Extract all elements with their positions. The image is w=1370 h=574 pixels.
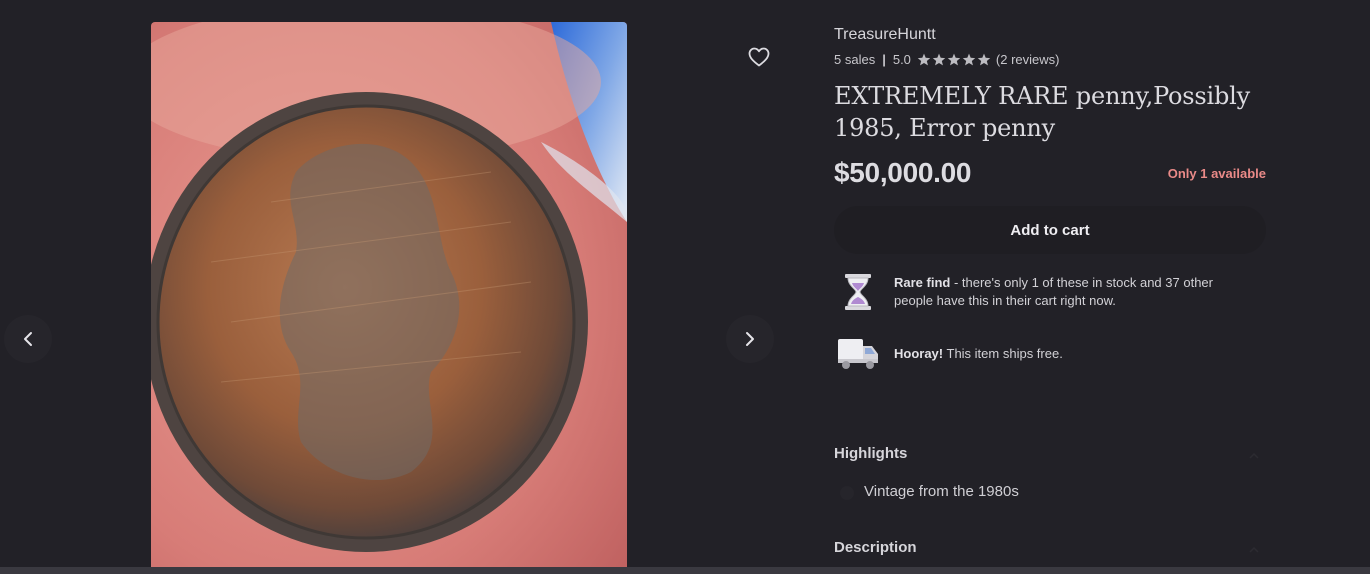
heart-icon — [748, 47, 770, 67]
previous-image-button[interactable] — [4, 315, 52, 363]
listing-title: EXTREMELY RARE penny,Possibly 1985, Erro… — [834, 82, 1251, 142]
free-shipping-notice: Hooray! This item ships free. — [834, 333, 1266, 375]
star-icon — [917, 53, 931, 65]
favorite-button[interactable] — [741, 39, 777, 75]
price: $50,000.00 — [834, 157, 972, 188]
rating-value: 5.0 — [892, 51, 911, 67]
hourglass-icon — [834, 271, 882, 313]
chevron-up-icon[interactable] — [1248, 544, 1260, 556]
free-shipping-label: Hooray! — [894, 346, 944, 361]
star-rating — [917, 53, 991, 66]
highlight-item: Vintage from the 1980s — [864, 483, 1019, 500]
free-shipping-detail: This item ships free. — [943, 346, 1063, 361]
chevron-up-icon[interactable] — [1248, 450, 1260, 462]
chevron-left-icon — [24, 332, 32, 346]
next-image-button[interactable] — [726, 315, 774, 363]
star-icon — [962, 53, 976, 65]
truck-icon — [834, 333, 882, 375]
add-to-cart-button[interactable]: Add to cart — [834, 206, 1266, 254]
free-shipping-text: Hooray! This item ships free. — [894, 345, 1244, 363]
sales-count: 5 sales — [834, 51, 876, 67]
rare-find-notice: Rare find - there's only 1 of these in s… — [834, 271, 1266, 313]
star-icon — [932, 53, 946, 65]
highlights-heading[interactable]: Highlights — [834, 445, 907, 462]
chevron-right-icon — [746, 332, 754, 346]
divider: | — [882, 51, 886, 67]
price-row: $50,000.00 Only 1 available — [834, 155, 1266, 191]
vintage-icon — [840, 486, 854, 500]
shop-name-link[interactable]: TreasureHuntt — [834, 26, 1266, 46]
listing-details: TreasureHuntt 5 sales | 5.0 (2 reviews) … — [834, 26, 1266, 375]
rare-find-label: Rare find — [894, 275, 951, 290]
rare-find-text: Rare find - there's only 1 of these in s… — [894, 274, 1244, 310]
stock-note: Only 1 available — [1167, 165, 1266, 181]
star-icon — [977, 53, 991, 65]
shop-rating: 5 sales | 5.0 (2 reviews) — [834, 50, 1266, 68]
scrollbar-track[interactable] — [0, 567, 1370, 574]
star-icon — [947, 53, 961, 65]
description-heading[interactable]: Description — [834, 539, 917, 556]
reviews-link[interactable]: (2 reviews) — [996, 52, 1060, 67]
product-image[interactable] — [151, 22, 627, 567]
